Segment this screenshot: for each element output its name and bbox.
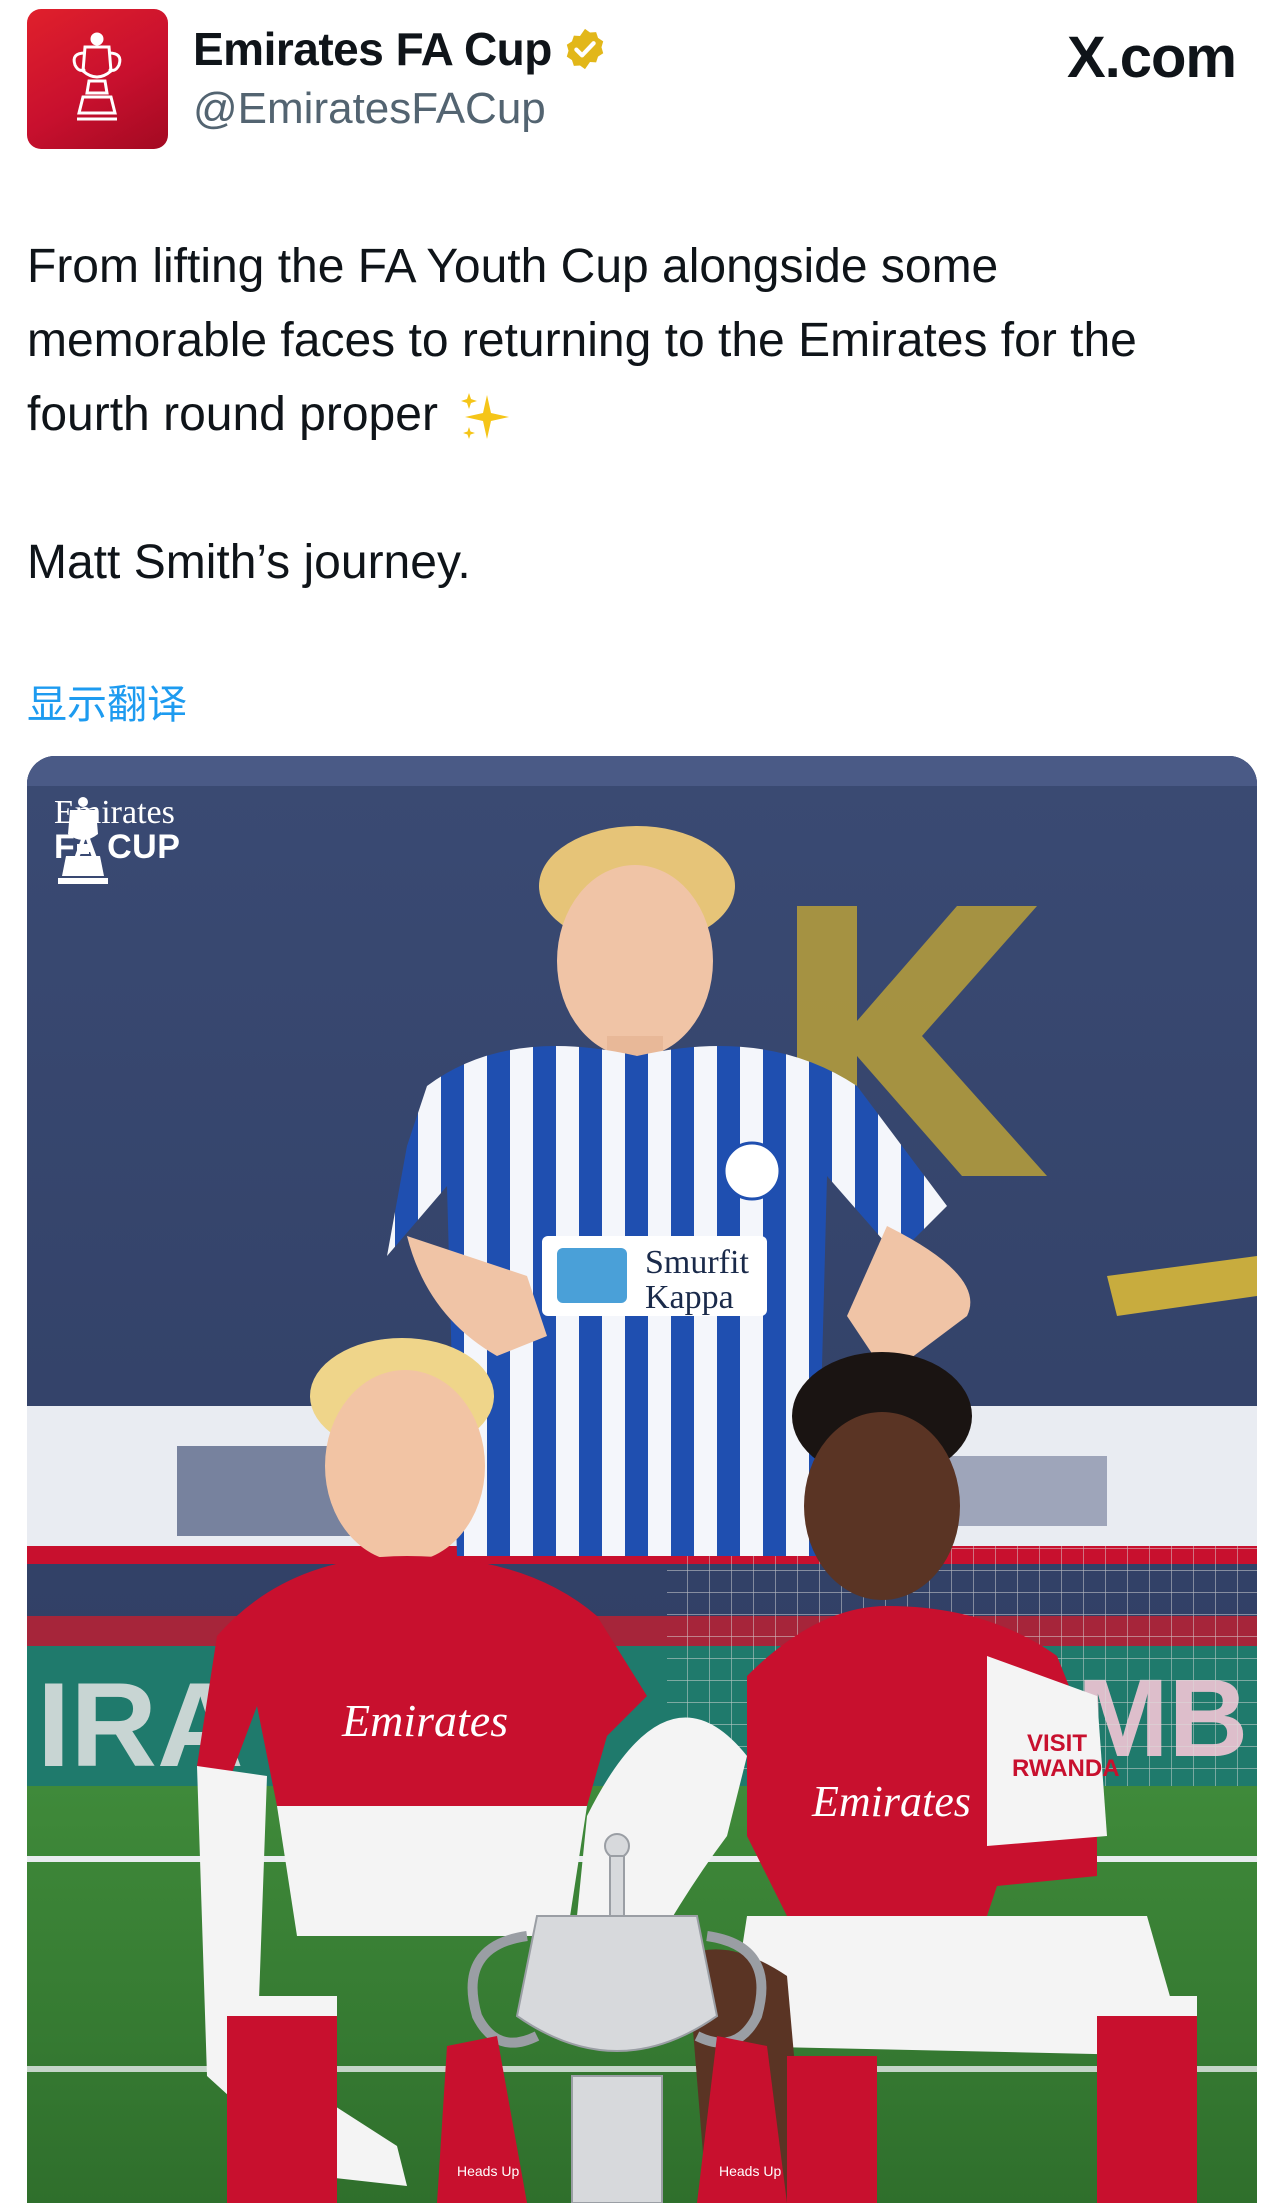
sparkles-icon [461, 393, 510, 440]
post-header: Emirates FA Cup @EmiratesFACup X.com [0, 0, 1284, 160]
svg-text:VISIT: VISIT [1027, 1730, 1087, 1757]
account-handle[interactable]: @EmiratesFACup [193, 84, 546, 134]
fa-cup-trophy-icon [58, 797, 108, 884]
post-image[interactable]: IRA MB Smurfit Kappa Emirates [27, 756, 1257, 2203]
translate-link[interactable]: 显示翻译 [27, 672, 187, 730]
svg-text:RWANDA: RWANDA [1012, 1755, 1120, 1782]
post-paragraph-1: From lifting the FA Youth Cup alongside … [27, 240, 1137, 441]
sponsor-line-1: Smurfit [645, 1244, 749, 1281]
post-text: From lifting the FA Youth Cup alongside … [27, 230, 1247, 600]
svg-text:Emirates: Emirates [341, 1695, 508, 1746]
fa-cup-trophy-icon [72, 32, 122, 121]
svg-text:Heads Up: Heads Up [719, 2163, 781, 2179]
svg-text:Emirates: Emirates [811, 1777, 971, 1826]
sponsor-line-2: Kappa [645, 1279, 734, 1316]
svg-text:Heads Up: Heads Up [457, 2163, 519, 2179]
post-paragraph-2: Matt Smith’s journey. [27, 536, 471, 589]
players-photo: IRA MB Smurfit Kappa Emirates [27, 756, 1257, 2203]
site-logo: X.com [1066, 25, 1237, 90]
account-avatar[interactable] [27, 9, 168, 149]
verified-badge-icon [566, 28, 604, 70]
emirates-fa-cup-logo: Emirates FA CUP [54, 796, 180, 884]
display-name[interactable]: Emirates FA Cup [193, 22, 608, 76]
display-name-text: Emirates FA Cup [193, 23, 552, 75]
